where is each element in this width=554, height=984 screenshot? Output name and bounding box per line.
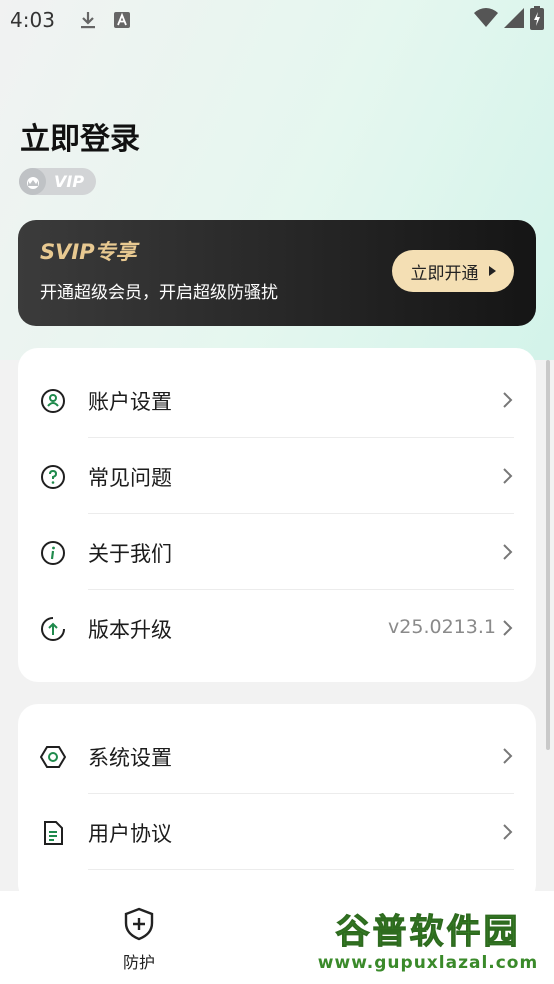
vip-badge[interactable]: VIP xyxy=(19,168,96,195)
watermark: 谷普软件园 www.gupuxlazal.com xyxy=(304,897,552,979)
menu-item-account-settings[interactable]: 账户设置 xyxy=(18,362,536,438)
scrollbar[interactable] xyxy=(546,360,550,750)
battery-charging-icon xyxy=(530,6,544,34)
version-number: v25.0213.1 xyxy=(388,616,496,638)
signal-icon xyxy=(504,8,524,32)
vip-badge-label: VIP xyxy=(54,172,85,191)
wifi-icon xyxy=(474,8,498,32)
chevron-right-icon xyxy=(502,467,514,485)
menu-item-faq[interactable]: 常见问题 xyxy=(18,438,536,514)
menu-item-system-settings[interactable]: 系统设置 xyxy=(18,718,536,794)
nav-tab-protect-label: 防护 xyxy=(122,953,155,972)
login-title[interactable]: 立即登录 xyxy=(20,114,140,158)
open-svip-button-label: 立即开通 xyxy=(410,263,479,284)
chevron-right-icon xyxy=(502,391,514,409)
question-icon xyxy=(40,464,66,490)
status-bar: 4:03 xyxy=(0,0,554,40)
nav-tab-protect[interactable]: 防护 xyxy=(100,907,178,972)
menu-item-label: 用户协议 xyxy=(88,822,172,846)
menu-item-label: 常见问题 xyxy=(88,466,172,490)
info-icon xyxy=(40,540,66,566)
menu-item-label: 关于我们 xyxy=(88,542,172,566)
menu-card-primary: 账户设置 常见问题 关于我们 版本升级 v25.0213.1 xyxy=(18,348,536,682)
svip-promo-card[interactable]: SVIP专享 开通超级会员，开启超级防骚扰 立即开通 xyxy=(18,220,536,326)
menu-card-secondary: 系统设置 用户协议 xyxy=(18,704,536,904)
status-time: 4:03 xyxy=(10,8,55,32)
menu-item-about-us[interactable]: 关于我们 xyxy=(18,514,536,590)
open-svip-button[interactable]: 立即开通 xyxy=(392,250,514,292)
play-arrow-icon xyxy=(488,266,496,276)
divider xyxy=(88,869,514,870)
crown-icon xyxy=(19,168,46,195)
svip-title: SVIP专享 xyxy=(40,240,137,264)
upgrade-icon xyxy=(40,616,66,642)
a-box-icon xyxy=(111,9,133,31)
watermark-title: 谷普软件园 xyxy=(335,911,521,952)
chevron-right-icon xyxy=(502,823,514,841)
chevron-right-icon xyxy=(502,747,514,765)
document-icon xyxy=(40,820,66,846)
menu-item-label: 系统设置 xyxy=(88,746,172,770)
shield-plus-icon xyxy=(123,907,155,945)
watermark-url: www.gupuxlazal.com xyxy=(317,952,539,973)
chevron-right-icon xyxy=(502,619,514,637)
download-icon xyxy=(77,9,99,31)
menu-item-label: 版本升级 xyxy=(88,618,172,642)
menu-item-user-agreement[interactable]: 用户协议 xyxy=(18,794,536,870)
menu-item-version-upgrade[interactable]: 版本升级 v25.0213.1 xyxy=(18,590,536,666)
menu-item-label: 账户设置 xyxy=(88,390,172,414)
svip-description: 开通超级会员，开启超级防骚扰 xyxy=(40,283,278,303)
chevron-right-icon xyxy=(502,543,514,561)
settings-hexagon-icon xyxy=(39,744,67,770)
account-icon xyxy=(40,388,66,414)
